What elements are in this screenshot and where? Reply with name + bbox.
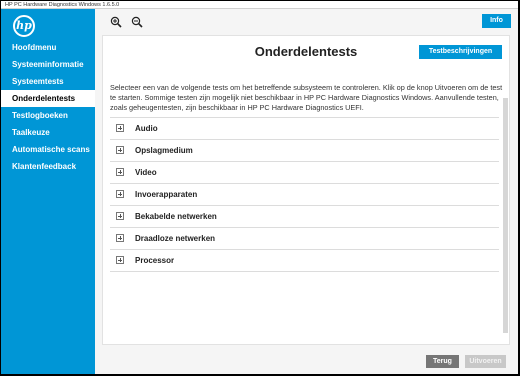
component-label: Audio xyxy=(135,124,158,133)
back-button[interactable]: Terug xyxy=(426,355,459,368)
run-button: Uitvoeren xyxy=(465,355,506,368)
component-item-bekabelde-netwerken[interactable]: Bekabelde netwerken xyxy=(110,206,499,228)
sidebar-item-automatische-scans[interactable]: Automatische scans xyxy=(1,141,95,158)
component-label: Draadloze netwerken xyxy=(135,234,216,243)
component-item-processor[interactable]: Processor xyxy=(110,250,499,272)
component-item-draadloze-netwerken[interactable]: Draadloze netwerken xyxy=(110,228,499,250)
component-item-invoerapparaten[interactable]: Invoerapparaten xyxy=(110,184,499,206)
app-window: HP PC Hardware Diagnostics Windows 1.6.5… xyxy=(1,1,518,374)
component-label: Video xyxy=(135,168,157,177)
component-label: Bekabelde netwerken xyxy=(135,212,217,221)
page-description: Selecteer een van de volgende tests om h… xyxy=(110,83,503,112)
footer-bar: Terug Uitvoeren xyxy=(95,345,518,374)
sidebar-item-klantenfeedback[interactable]: Klantenfeedback xyxy=(1,158,95,175)
toolbar: Info xyxy=(95,9,518,35)
sidebar-item-testlogboeken[interactable]: Testlogboeken xyxy=(1,107,95,124)
info-button[interactable]: Info xyxy=(482,14,511,28)
expand-icon[interactable] xyxy=(116,234,124,242)
sidebar-item-taalkeuze[interactable]: Taalkeuze xyxy=(1,124,95,141)
component-label: Opslagmedium xyxy=(135,146,193,155)
scrollbar[interactable] xyxy=(503,98,508,333)
sidebar-nav: Hoofdmenu Systeeminformatie Systeemtests… xyxy=(1,39,95,175)
sidebar: hp Hoofdmenu Systeeminformatie Systeemte… xyxy=(1,9,95,374)
expand-icon[interactable] xyxy=(116,190,124,198)
zoom-in-icon[interactable] xyxy=(110,15,122,28)
expand-icon[interactable] xyxy=(116,212,124,220)
component-item-opslagmedium[interactable]: Opslagmedium xyxy=(110,140,499,162)
sidebar-item-systeeminformatie[interactable]: Systeeminformatie xyxy=(1,56,95,73)
sidebar-item-hoofdmenu[interactable]: Hoofdmenu xyxy=(1,39,95,56)
expand-icon[interactable] xyxy=(116,168,124,176)
sidebar-item-onderdelentests[interactable]: Onderdelentests xyxy=(1,90,95,107)
expand-icon[interactable] xyxy=(116,256,124,264)
hp-logo: hp xyxy=(13,15,35,37)
test-descriptions-button[interactable]: Testbeschrijvingen xyxy=(419,45,502,59)
component-item-video[interactable]: Video xyxy=(110,162,499,184)
component-label: Processor xyxy=(135,256,175,265)
expand-icon[interactable] xyxy=(116,146,124,154)
component-item-audio[interactable]: Audio xyxy=(110,118,499,140)
zoom-out-icon[interactable] xyxy=(131,15,143,28)
window-title: HP PC Hardware Diagnostics Windows 1.6.5… xyxy=(1,1,518,9)
expand-icon[interactable] xyxy=(116,124,124,132)
sidebar-item-systeemtests[interactable]: Systeemtests xyxy=(1,73,95,90)
component-list: Audio Opslagmedium Video Invoerapparaten… xyxy=(110,117,499,272)
component-label: Invoerapparaten xyxy=(135,190,198,199)
main-panel: Onderdelentests Testbeschrijvingen Selec… xyxy=(102,35,510,345)
